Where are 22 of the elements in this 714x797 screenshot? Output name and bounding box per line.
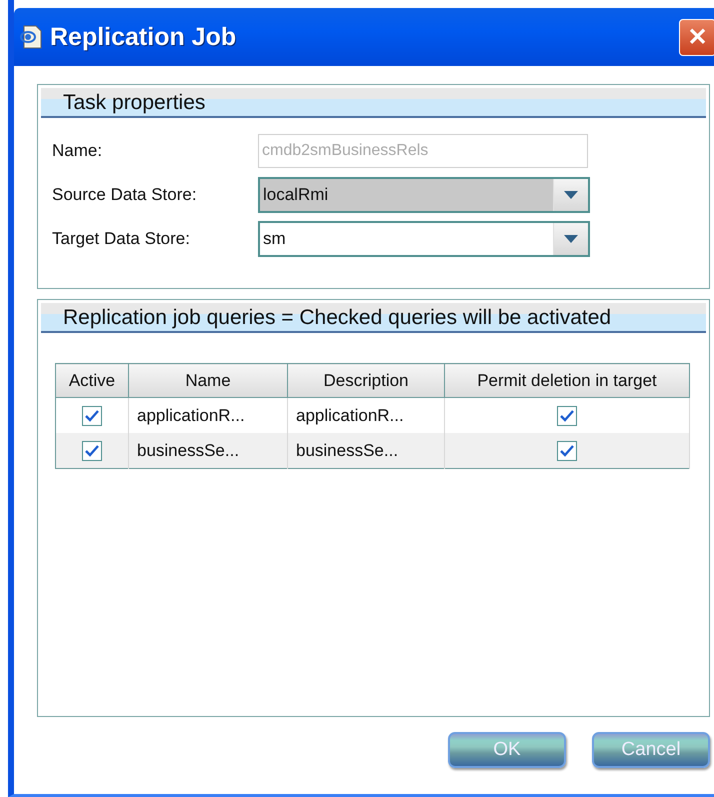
dropdown-arrow-icon [564,235,578,243]
dropdown-arrow-icon [564,191,578,199]
document-icon [18,24,44,50]
column-header[interactable]: Permit deletion in target [444,364,690,398]
checkbox[interactable] [557,406,577,426]
checkbox[interactable] [557,440,577,461]
field-label: Name: [52,141,104,161]
dropdown[interactable]: sm [258,221,590,257]
field-label: Source Data Store: [52,185,198,205]
field-label: Target Data Store: [52,229,191,249]
checkbox[interactable] [82,440,102,461]
table-cell: businessSe... [128,433,288,468]
panel-title: Task properties [63,91,206,114]
dropdown[interactable]: localRmi [258,177,590,213]
table-cell: businessSe... [288,433,444,468]
panel-title: Replication job queries = Checked queries will be activated [63,306,612,329]
checkbox[interactable] [82,406,102,426]
column-header[interactable]: Description [288,364,444,398]
column-header[interactable]: Active [56,364,128,398]
close-button[interactable]: ✕ [679,18,714,56]
column-header[interactable]: Name [128,364,288,398]
window-title: Replication Job [50,22,236,52]
